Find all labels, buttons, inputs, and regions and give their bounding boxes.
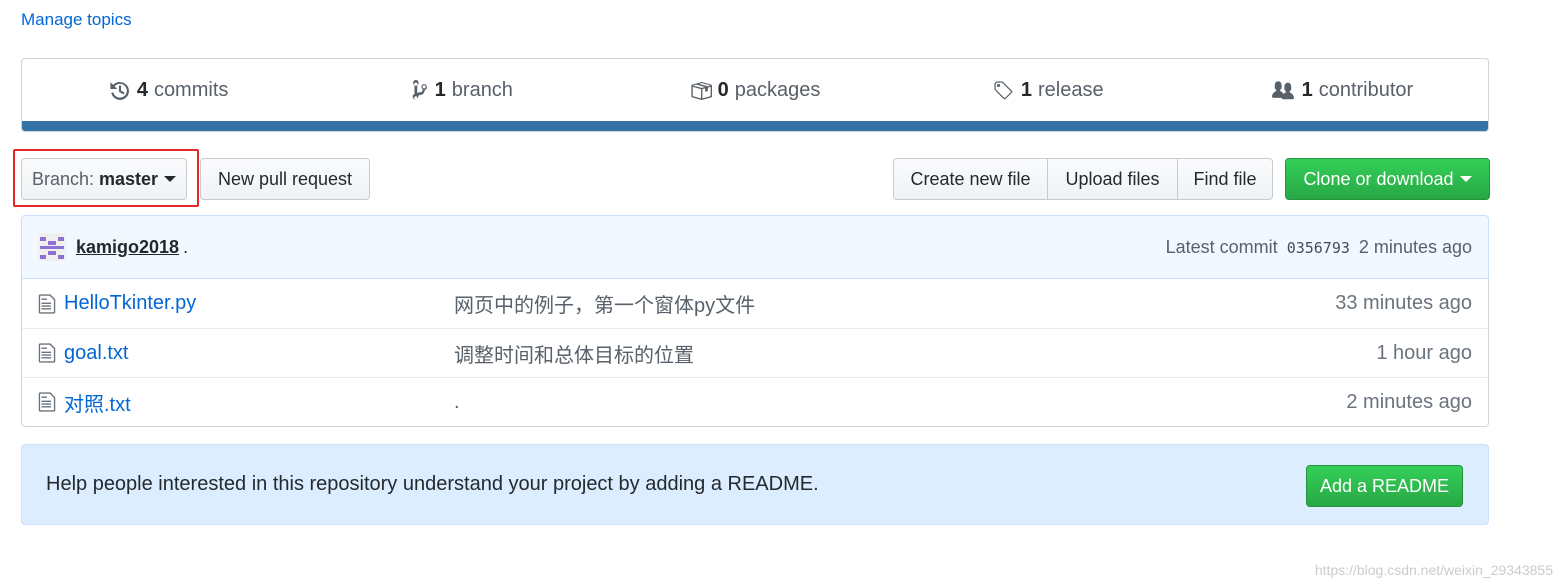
file-commit-message[interactable]: 调整时间和总体目标的位置: [454, 339, 1376, 368]
file-age: 1 hour ago: [1376, 341, 1472, 364]
commits-link[interactable]: 4 commits: [22, 79, 315, 102]
readme-prompt-text: Help people interested in this repositor…: [46, 473, 819, 495]
file-icon: [38, 293, 56, 314]
caret-down-icon: [164, 176, 177, 182]
avatar[interactable]: [38, 233, 66, 261]
branch-name: master: [99, 168, 159, 189]
repo-summary-bar: 4 commits 1 branch 0 packages 1 release …: [21, 58, 1489, 132]
branches-link[interactable]: 1 branch: [315, 79, 608, 102]
file-name-link[interactable]: HelloTkinter.py: [64, 292, 196, 315]
commit-sha-link[interactable]: 0356793: [1287, 239, 1350, 257]
table-row: 对照.txt . 2 minutes ago: [22, 377, 1488, 426]
upload-files-button[interactable]: Upload files: [1047, 158, 1178, 200]
branch-select-button[interactable]: Branch: master: [21, 158, 187, 200]
file-commit-message[interactable]: 网页中的例子，第一个窗体py文件: [454, 289, 1335, 318]
latest-commit-bar: kamigo2018 . Latest commit 0356793 2 min…: [21, 215, 1489, 279]
commit-age: 2 minutes ago: [1358, 236, 1472, 257]
packages-count: 0: [717, 79, 729, 101]
file-list: HelloTkinter.py 网页中的例子，第一个窗体py文件 33 minu…: [21, 279, 1489, 427]
file-icon: [38, 392, 56, 412]
releases-link[interactable]: 1 release: [902, 79, 1195, 102]
create-new-file-button[interactable]: Create new file: [893, 158, 1048, 200]
file-name-link[interactable]: goal.txt: [64, 342, 128, 365]
branches-count: 1: [434, 79, 446, 101]
table-row: goal.txt 调整时间和总体目标的位置 1 hour ago: [22, 328, 1488, 377]
caret-down-icon: [1459, 176, 1472, 182]
packages-link[interactable]: 0 packages: [608, 79, 901, 102]
watermark-text: https://blog.csdn.net/weixin_29343855: [1314, 562, 1553, 578]
clone-label: Clone or download: [1303, 168, 1454, 189]
file-icon: [38, 343, 56, 363]
contributors-count: 1: [1301, 79, 1313, 101]
latest-commit-label: Latest commit: [1165, 236, 1278, 257]
package-icon: [691, 81, 712, 100]
branch-prefix: Branch:: [31, 168, 94, 189]
commits-label: commits: [153, 79, 229, 101]
contributors-link[interactable]: 1 contributor: [1195, 79, 1488, 102]
file-commit-message[interactable]: .: [454, 391, 1346, 414]
table-row: HelloTkinter.py 网页中的例子，第一个窗体py文件 33 minu…: [22, 279, 1488, 328]
commit-message[interactable]: .: [183, 237, 188, 258]
tag-icon: [994, 80, 1013, 99]
commit-author-link[interactable]: kamigo2018: [76, 237, 179, 258]
file-age: 2 minutes ago: [1346, 390, 1472, 413]
commits-count: 4: [136, 79, 148, 101]
clone-or-download-button[interactable]: Clone or download: [1285, 158, 1490, 200]
git-branch-icon: [412, 79, 427, 100]
people-icon: [1271, 80, 1294, 99]
releases-label: release: [1037, 79, 1104, 101]
releases-count: 1: [1020, 79, 1032, 101]
new-pull-request-button[interactable]: New pull request: [200, 158, 370, 200]
history-icon: [110, 81, 129, 100]
latest-commit-info: Latest commit 0356793 2 minutes ago: [1166, 237, 1472, 258]
file-age: 33 minutes ago: [1335, 292, 1472, 314]
packages-label: packages: [734, 79, 821, 101]
contributors-label: contributor: [1318, 79, 1414, 101]
readme-prompt: Help people interested in this repositor…: [21, 444, 1489, 525]
branches-label: branch: [451, 79, 513, 101]
add-readme-button[interactable]: Add a README: [1306, 465, 1463, 507]
find-file-button[interactable]: Find file: [1177, 158, 1273, 200]
manage-topics-link[interactable]: Manage topics: [21, 10, 132, 30]
file-actions-group: Create new file Upload files Find file: [893, 158, 1273, 200]
language-bar[interactable]: [22, 121, 1488, 131]
file-name-link[interactable]: 对照.txt: [64, 388, 131, 417]
